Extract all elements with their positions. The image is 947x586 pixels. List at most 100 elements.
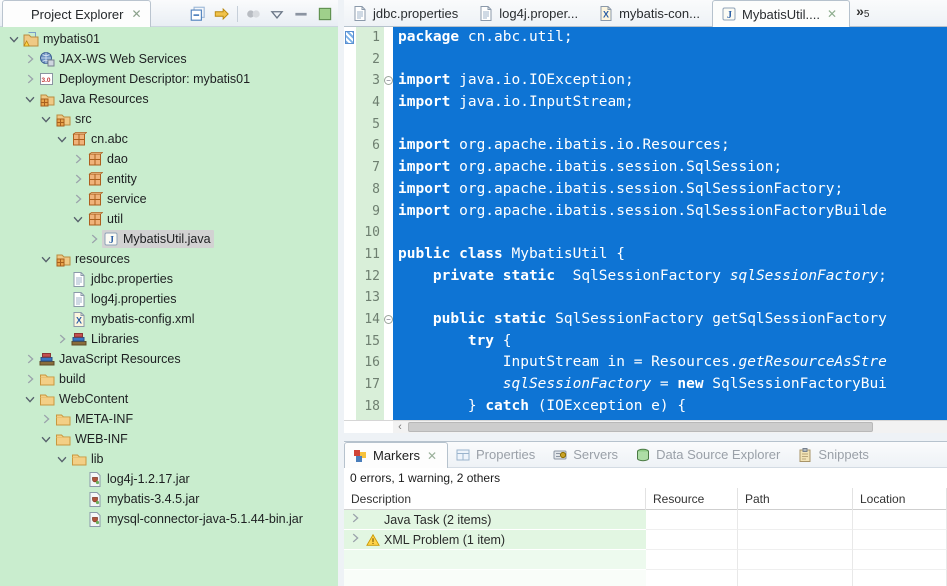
tree-item-log4j-properties[interactable]: log4j.properties [0, 289, 338, 309]
table-row[interactable] [344, 570, 947, 586]
chevron-collapsed-icon[interactable] [22, 351, 38, 367]
code-line: private static SqlSessionFactory sqlSess… [432, 267, 887, 284]
column-header-path[interactable]: Path [738, 488, 853, 510]
tree-item-label: WEB-INF [75, 432, 128, 446]
editor-tab-log4j-proper-[interactable]: log4j.proper... [470, 0, 590, 26]
tree-item-javascript-resources[interactable]: JavaScript Resources [0, 349, 338, 369]
tree-item-jax-ws-web-services[interactable]: JAX-WS Web Services [0, 49, 338, 69]
view-tab-markers[interactable]: Markers ✕ [344, 442, 449, 468]
editor-tab-mybatis-con-[interactable]: Xmybatis-con... [590, 0, 712, 26]
chevron-expanded-icon[interactable] [70, 211, 86, 227]
tree-item-util[interactable]: util [0, 209, 338, 229]
scroll-left-arrow-icon[interactable]: ‹ [393, 421, 407, 433]
chevron-expanded-icon[interactable] [6, 31, 22, 47]
line-number: 18 [364, 398, 380, 414]
table-row[interactable] [344, 550, 947, 570]
editor-tab-jdbc-properties[interactable]: jdbc.properties [344, 0, 470, 26]
chevron-expanded-icon[interactable] [38, 431, 54, 447]
focus-icon[interactable] [244, 5, 262, 23]
tree-item-service[interactable]: service [0, 189, 338, 209]
code-editor[interactable]: package cn.abc.util; import java.io.IOExc… [393, 27, 947, 420]
tree-item-jdbc-properties[interactable]: jdbc.properties [0, 269, 338, 289]
chevron-collapsed-icon[interactable] [54, 331, 70, 347]
view-tab-properties[interactable]: Properties [448, 442, 545, 467]
chevron-collapsed-icon[interactable] [70, 191, 86, 207]
chevron-collapsed-icon[interactable] [86, 231, 102, 247]
webservice-icon [39, 51, 55, 67]
close-icon[interactable]: ✕ [131, 7, 141, 21]
description-cell: XML Problem (1 item) [344, 530, 646, 549]
explorer-tabbar: Project Explorer ✕ [0, 0, 338, 27]
editor-tab-overflow[interactable]: » 5 [850, 0, 869, 26]
tree-item-src[interactable]: src [0, 109, 338, 129]
chevron-expanded-icon[interactable] [22, 91, 38, 107]
tree-item-cn-abc[interactable]: cn.abc [0, 129, 338, 149]
chevron-expanded-icon[interactable] [38, 111, 54, 127]
tree-item-meta-inf[interactable]: META-INF [0, 409, 338, 429]
table-row[interactable]: XML Problem (1 item) [344, 530, 947, 550]
tree-item-label: service [107, 192, 147, 206]
maximize-icon[interactable] [316, 5, 334, 23]
tree-item-content: log4j.properties [70, 290, 179, 308]
tree-item-java-resources[interactable]: Java Resources [0, 89, 338, 109]
view-tab-servers[interactable]: Servers [545, 442, 628, 467]
folder-icon [55, 431, 71, 447]
tree-item-lib[interactable]: lib [0, 449, 338, 469]
chevron-collapsed-icon[interactable] [70, 171, 86, 187]
chevron-collapsed-icon[interactable] [22, 71, 38, 87]
tree-item-content: J MybatisUtil.java [102, 230, 214, 248]
chevron-collapsed-icon[interactable] [344, 531, 366, 548]
tree-item-web-inf[interactable]: WEB-INF [0, 429, 338, 449]
table-row[interactable]: Java Task (2 items) [344, 510, 947, 530]
horizontal-scrollbar[interactable]: ‹ [344, 420, 947, 433]
tree-item-webcontent[interactable]: WebContent [0, 389, 338, 409]
chevron-collapsed-icon[interactable] [344, 511, 366, 528]
chevron-collapsed-icon[interactable] [22, 51, 38, 67]
folding-ruler[interactable]: − − [384, 27, 393, 420]
minimize-icon[interactable] [292, 5, 310, 23]
view-tab-data-source-explorer[interactable]: Data Source Explorer [628, 442, 790, 467]
view-tab-snippets[interactable]: Snippets [790, 442, 879, 467]
close-icon[interactable]: ✕ [827, 7, 837, 21]
tree-item-content: dao [86, 150, 131, 168]
link-with-editor-icon[interactable] [213, 5, 231, 23]
chevron-collapsed-icon[interactable] [38, 411, 54, 427]
annotation-ruler[interactable] [344, 27, 356, 420]
tree-item-mybatis01[interactable]: mybatis01 [0, 29, 338, 49]
scrollbar-thumb[interactable] [408, 422, 873, 432]
collapse-all-icon[interactable] [189, 5, 207, 23]
tree-item-mysql-connector-java-5-1-44-bin-jar[interactable]: mysql-connector-java-5.1.44-bin.jar [0, 509, 338, 529]
chevron-expanded-icon[interactable] [54, 451, 70, 467]
column-header-resource[interactable]: Resource [646, 488, 738, 510]
chevron-collapsed-icon[interactable] [22, 371, 38, 387]
tree-item-resources[interactable]: resources [0, 249, 338, 269]
tree-item-build[interactable]: build [0, 369, 338, 389]
code-line: import org.apache.ibatis.io.Resources; [398, 137, 730, 154]
tab-project-explorer[interactable]: Project Explorer ✕ [2, 0, 151, 27]
tree-item-dao[interactable]: dao [0, 149, 338, 169]
column-header-location[interactable]: Location [853, 488, 947, 510]
chevron-expanded-icon[interactable] [54, 131, 70, 147]
tree-item-libraries[interactable]: Libraries [0, 329, 338, 349]
view-menu-icon[interactable] [268, 5, 286, 23]
tree-item-mybatis-3-4-5-jar[interactable]: mybatis-3.4.5.jar [0, 489, 338, 509]
tree-item-mybatis-config-xml[interactable]: Xmybatis-config.xml [0, 309, 338, 329]
file-icon [71, 271, 87, 287]
tree-item-log4j-1-2-17-jar[interactable]: log4j-1.2.17.jar [0, 469, 338, 489]
javares-icon [39, 91, 55, 107]
close-icon[interactable]: ✕ [427, 449, 437, 463]
tree-item-mybatisutil-java[interactable]: J MybatisUtil.java [0, 229, 338, 249]
table-cell-empty [646, 530, 738, 550]
editor-tab-mybatisutil-[interactable]: J MybatisUtil.... ✕ [711, 0, 851, 27]
tree-item-deployment-descriptor-mybatis01[interactable]: 3.0 Deployment Descriptor: mybatis01 [0, 69, 338, 89]
tree-item-entity[interactable]: entity [0, 169, 338, 189]
markers-table: Description Resource Path Location ˆ Java Ta… [344, 488, 947, 586]
fold-collapse-icon[interactable]: − [384, 76, 393, 86]
fold-collapse-icon[interactable]: − [384, 315, 393, 325]
chevron-expanded-icon[interactable] [38, 251, 54, 267]
chevron-collapsed-icon[interactable] [70, 151, 86, 167]
tree-item-label: Deployment Descriptor: mybatis01 [59, 72, 251, 86]
chevron-expanded-icon[interactable] [22, 391, 38, 407]
jar-icon [87, 511, 103, 527]
